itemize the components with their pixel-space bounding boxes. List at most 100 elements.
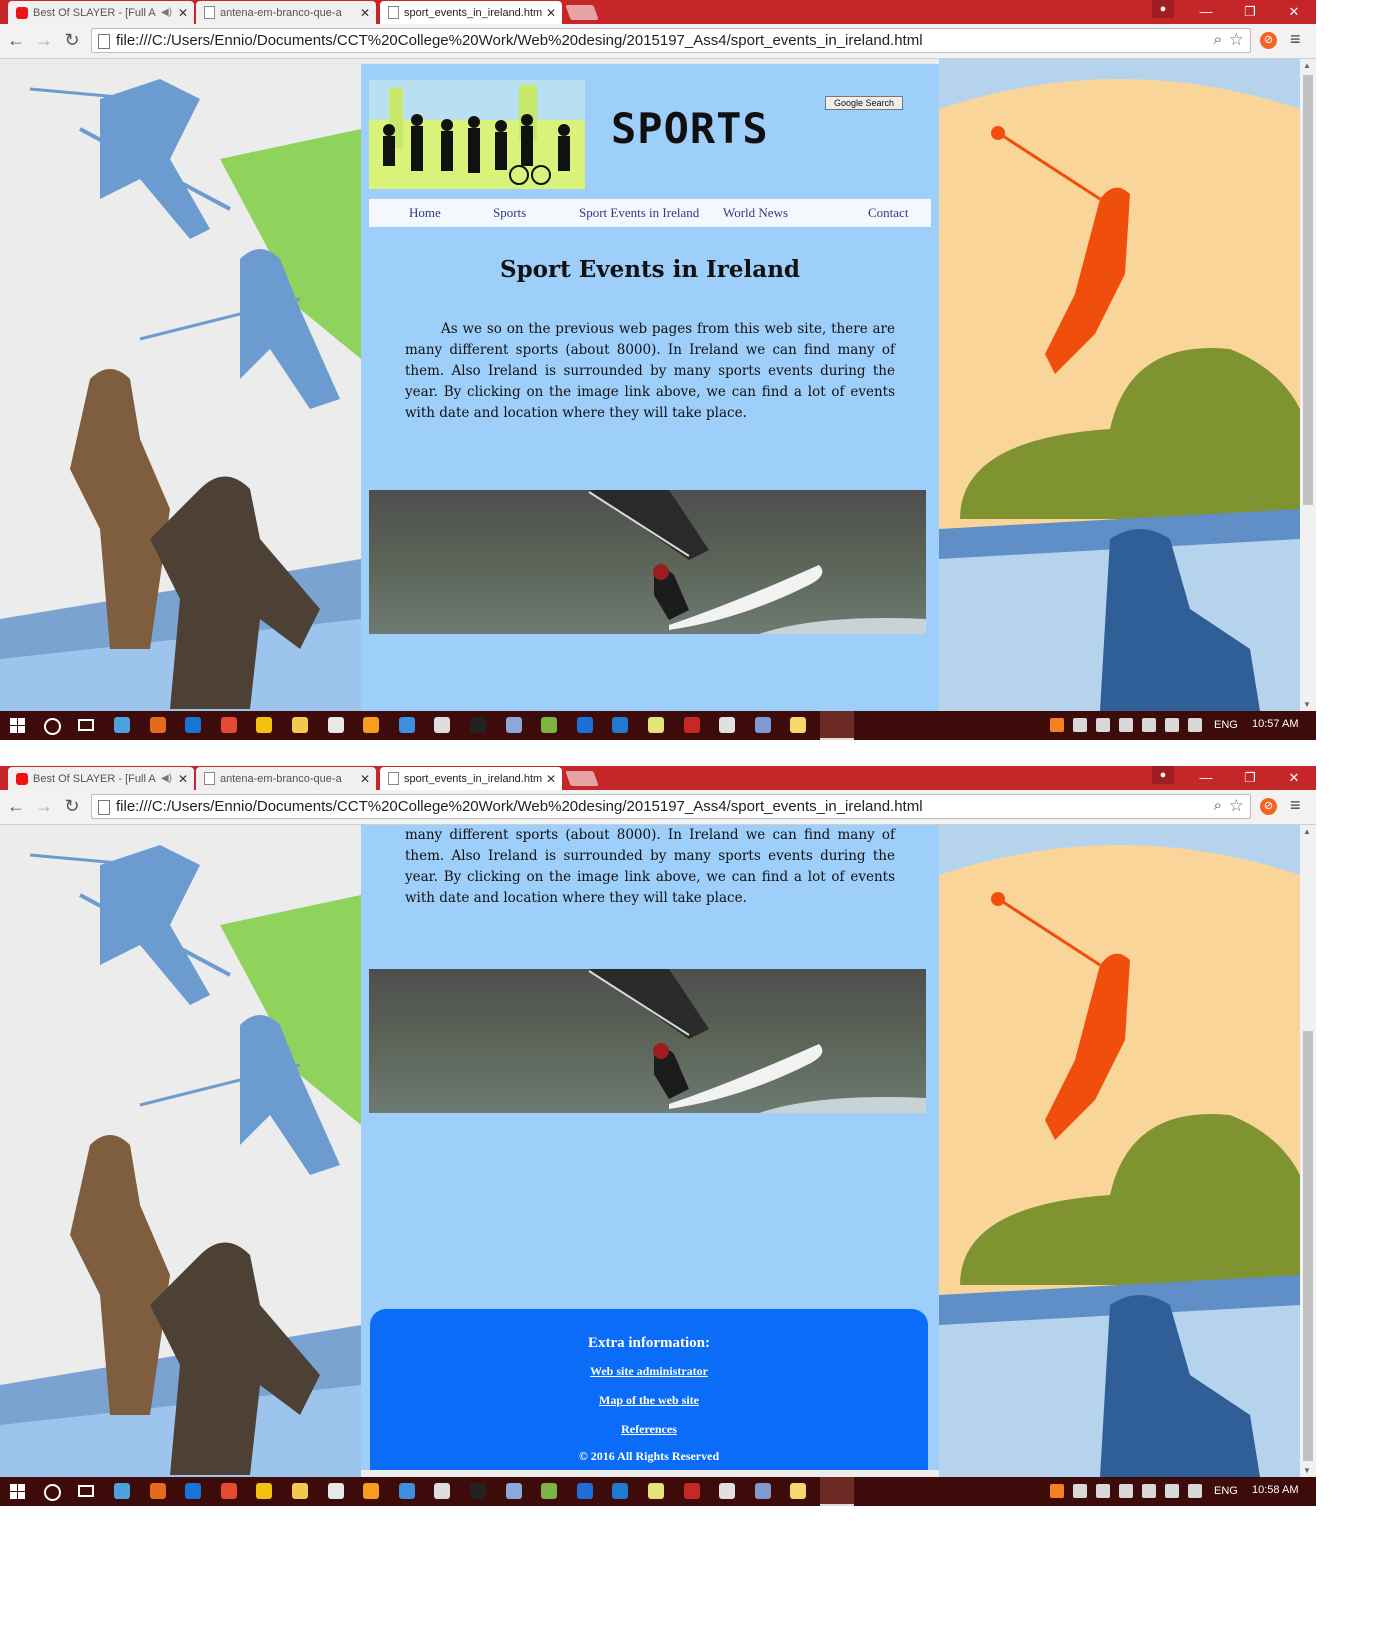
bookmark-star-icon[interactable]: ☆ xyxy=(1229,30,1244,50)
app-icon[interactable] xyxy=(612,717,629,733)
tray-app-icon[interactable] xyxy=(1096,1484,1110,1498)
extension-icon[interactable]: ⊘ xyxy=(1260,798,1277,815)
paint-icon[interactable] xyxy=(754,717,771,733)
tab-slayer[interactable]: Best Of SLAYER - [Full A ◀) ✕ xyxy=(8,767,194,790)
command-prompt-icon[interactable] xyxy=(469,717,486,733)
user-profile-icon[interactable]: ● xyxy=(1152,766,1174,784)
battery-icon[interactable] xyxy=(1119,718,1133,732)
battery-icon[interactable] xyxy=(1119,1484,1133,1498)
speaker-icon[interactable]: ◀) xyxy=(161,773,172,784)
pdf-reader-icon[interactable] xyxy=(683,717,700,733)
forward-icon[interactable]: → xyxy=(33,30,55,51)
address-bar[interactable]: file:///C:/Users/Ennio/Documents/CCT%20C… xyxy=(91,28,1251,53)
tray-app-icon[interactable] xyxy=(1050,718,1064,732)
vertical-scrollbar[interactable]: ▲ ▼ xyxy=(1300,825,1316,1477)
cortana-icon[interactable] xyxy=(44,1484,61,1501)
store-icon[interactable] xyxy=(327,1483,344,1499)
chrome-taskbar-active[interactable] xyxy=(820,1477,854,1506)
bookmark-star-icon[interactable]: ☆ xyxy=(1229,796,1244,816)
app-icon[interactable] xyxy=(719,717,736,733)
edge-icon[interactable] xyxy=(185,1483,202,1499)
notes-icon[interactable] xyxy=(647,1483,664,1499)
address-bar[interactable]: file:///C:/Users/Ennio/Documents/CCT%20C… xyxy=(91,794,1251,819)
tab-sport-events[interactable]: sport_events_in_ireland.htm ✕ xyxy=(380,767,562,790)
sports-banner-image[interactable] xyxy=(369,80,585,189)
task-view-icon[interactable] xyxy=(78,719,94,731)
tray-app-icon[interactable] xyxy=(1096,718,1110,732)
close-window-icon[interactable]: ✕ xyxy=(1272,766,1316,790)
notifications-icon[interactable] xyxy=(1188,718,1202,732)
folder-icon[interactable] xyxy=(790,717,807,733)
task-view-icon[interactable] xyxy=(78,1485,94,1497)
clock[interactable]: 10:58 AM xyxy=(1252,1484,1298,1496)
pdf-reader-icon[interactable] xyxy=(683,1483,700,1499)
media-app-icon[interactable] xyxy=(256,717,273,733)
chrome-menu-icon[interactable]: ≡ xyxy=(1290,29,1301,50)
chrome-menu-icon[interactable]: ≡ xyxy=(1290,795,1301,816)
scroll-down-icon[interactable]: ▼ xyxy=(1303,700,1311,709)
wifi-icon[interactable] xyxy=(1142,1484,1156,1498)
scrollbar-thumb[interactable] xyxy=(1303,1031,1313,1461)
minimize-icon[interactable]: — xyxy=(1184,766,1228,790)
close-tab-icon[interactable]: ✕ xyxy=(176,772,190,786)
close-window-icon[interactable]: ✕ xyxy=(1272,0,1316,24)
nav-sport-events[interactable]: Sport Events in Ireland xyxy=(579,205,699,221)
reload-icon[interactable]: ↻ xyxy=(61,796,83,817)
scrollbar-thumb[interactable] xyxy=(1303,75,1313,505)
close-tab-icon[interactable]: ✕ xyxy=(544,6,558,20)
windsurf-image[interactable] xyxy=(369,969,926,1113)
footer-link-admin[interactable]: Web site administrator xyxy=(370,1364,928,1379)
tab-sport-events[interactable]: sport_events_in_ireland.htm ✕ xyxy=(380,1,562,24)
chrome-icon[interactable] xyxy=(220,717,237,733)
wifi-icon[interactable] xyxy=(1142,718,1156,732)
app-icon[interactable] xyxy=(576,717,593,733)
close-tab-icon[interactable]: ✕ xyxy=(544,772,558,786)
reload-icon[interactable]: ↻ xyxy=(61,30,83,51)
media-app-icon[interactable] xyxy=(256,1483,273,1499)
nav-sports[interactable]: Sports xyxy=(493,205,526,221)
tab-slayer[interactable]: Best Of SLAYER - [Full A ◀) ✕ xyxy=(8,1,194,24)
nav-home[interactable]: Home xyxy=(409,205,441,221)
calculator-icon[interactable] xyxy=(434,1483,451,1499)
restore-icon[interactable]: ❐ xyxy=(1228,0,1272,24)
firefox-icon[interactable] xyxy=(149,1483,166,1499)
restore-icon[interactable]: ❐ xyxy=(1228,766,1272,790)
volume-icon[interactable] xyxy=(1165,718,1179,732)
clock[interactable]: 10:57 AM xyxy=(1252,718,1298,730)
app-icon[interactable] xyxy=(541,1483,558,1499)
nav-contact[interactable]: Contact xyxy=(868,205,908,221)
control-panel-icon[interactable] xyxy=(114,1483,130,1499)
app-icon[interactable] xyxy=(505,717,522,733)
file-explorer-icon[interactable] xyxy=(291,1483,308,1499)
command-prompt-icon[interactable] xyxy=(469,1483,486,1499)
media-player-icon[interactable] xyxy=(363,1483,380,1499)
calculator-icon[interactable] xyxy=(434,717,451,733)
chrome-taskbar-active[interactable] xyxy=(820,711,854,740)
app-icon[interactable] xyxy=(505,1483,522,1499)
store-icon[interactable] xyxy=(327,717,344,733)
app-icon[interactable] xyxy=(719,1483,736,1499)
extension-icon[interactable]: ⊘ xyxy=(1260,32,1277,49)
close-tab-icon[interactable]: ✕ xyxy=(358,6,372,20)
tray-app-icon[interactable] xyxy=(1050,1484,1064,1498)
cortana-icon[interactable] xyxy=(44,718,61,735)
forward-icon[interactable]: → xyxy=(33,796,55,817)
windows-start-icon[interactable] xyxy=(10,1484,25,1499)
cloud-icon[interactable] xyxy=(1073,718,1087,732)
tab-antena[interactable]: antena-em-branco-que-a ✕ xyxy=(196,767,376,790)
footer-link-references[interactable]: References xyxy=(370,1422,928,1437)
tab-antena[interactable]: antena-em-branco-que-a ✕ xyxy=(196,1,376,24)
file-explorer-icon[interactable] xyxy=(291,717,308,733)
media-player-icon[interactable] xyxy=(363,717,380,733)
app-icon[interactable] xyxy=(398,717,415,733)
scroll-up-icon[interactable]: ▲ xyxy=(1303,827,1311,836)
language-indicator[interactable]: ENG xyxy=(1214,719,1238,731)
close-tab-icon[interactable]: ✕ xyxy=(176,6,190,20)
google-search-button[interactable]: Google Search xyxy=(825,96,903,110)
windsurf-image[interactable] xyxy=(369,490,926,634)
notifications-icon[interactable] xyxy=(1188,1484,1202,1498)
volume-icon[interactable] xyxy=(1165,1484,1179,1498)
paint-icon[interactable] xyxy=(754,1483,771,1499)
footer-link-sitemap[interactable]: Map of the web site xyxy=(370,1393,928,1408)
windows-start-icon[interactable] xyxy=(10,718,25,733)
